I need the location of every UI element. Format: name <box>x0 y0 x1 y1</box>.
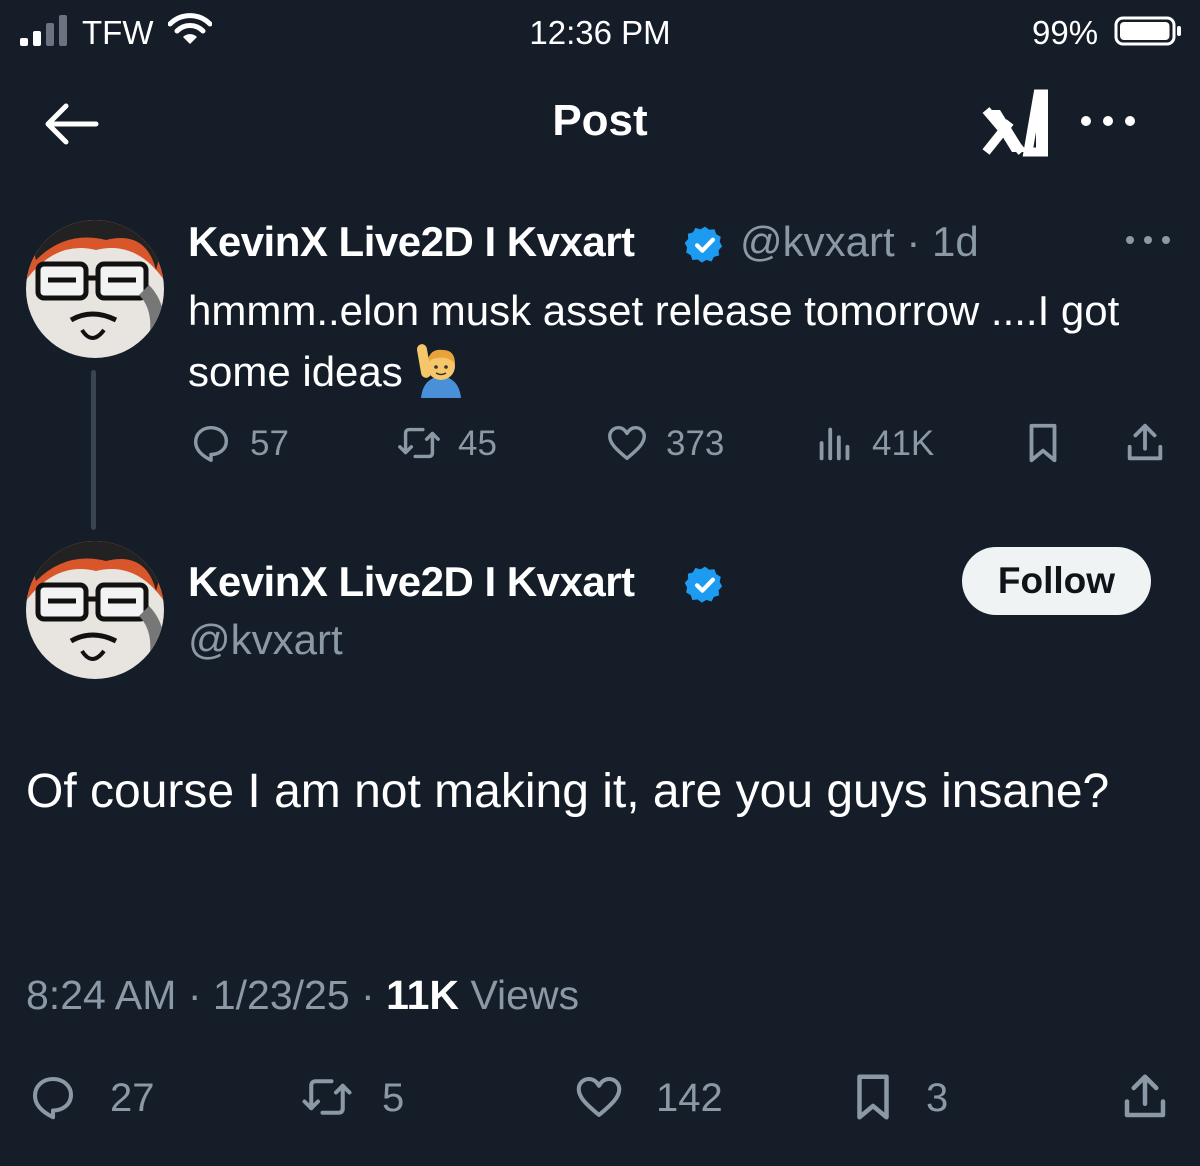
avatar-illustration <box>26 220 164 358</box>
like-heart-icon[interactable] <box>572 1070 626 1124</box>
share-icon[interactable] <box>1118 1070 1172 1124</box>
reply-icon[interactable] <box>26 1070 80 1124</box>
avatar[interactable] <box>26 541 164 679</box>
verified-badge-icon <box>684 226 723 263</box>
views-chart-icon[interactable] <box>812 420 858 466</box>
status-clock: 12:36 PM <box>529 14 671 51</box>
reply-count: 27 <box>110 1076 155 1120</box>
bookmark-icon[interactable] <box>1020 420 1066 466</box>
share-icon[interactable] <box>1122 420 1168 466</box>
like-count: 142 <box>656 1076 723 1120</box>
tweet-metadata: 8:24 AM · 1/23/25 · 11K Views <box>26 972 579 1019</box>
repost-icon[interactable] <box>300 1070 354 1124</box>
like-heart-icon[interactable] <box>604 420 650 466</box>
avatar[interactable] <box>26 220 164 358</box>
avatar-illustration <box>26 541 164 679</box>
follow-button[interactable]: Follow <box>962 547 1151 615</box>
tweet-text: Of course I am not making it, are you gu… <box>26 765 1110 818</box>
author-handle: @kvxart <box>188 616 343 663</box>
repost-count: 5 <box>382 1076 405 1120</box>
author-name[interactable]: KevinX Live2D I Kvxart <box>188 218 635 266</box>
like-count: 373 <box>666 424 725 463</box>
verified-badge-icon <box>684 566 723 603</box>
repost-icon[interactable] <box>396 420 442 466</box>
bookmark-count: 3 <box>926 1076 949 1120</box>
battery-percentage: 99% <box>1032 14 1099 51</box>
battery-icon <box>1114 16 1181 46</box>
raising-hand-emoji-icon <box>416 344 461 398</box>
tweet-more-icon[interactable] <box>1124 228 1172 252</box>
repost-count: 45 <box>458 424 497 463</box>
grok-logo-icon[interactable] <box>982 86 1048 158</box>
author-name[interactable]: KevinX Live2D I Kvxart <box>188 558 635 606</box>
tweet-timestamp: 8:24 AM · 1/23/25 · <box>26 972 387 1018</box>
view-count[interactable]: 11K <box>386 972 459 1018</box>
more-options-icon[interactable] <box>1078 106 1138 136</box>
views-label: Views <box>459 972 580 1018</box>
bookmark-icon[interactable] <box>846 1070 900 1124</box>
reply-count: 57 <box>250 424 289 463</box>
tweet-text-content: hmmm..elon musk asset release tomorrow .… <box>188 287 1120 395</box>
tweet-text: hmmm..elon musk asset release tomorrow .… <box>188 280 1168 402</box>
author-handle-timestamp: @kvxart · 1d <box>740 218 979 265</box>
views-count: 41K <box>872 424 935 463</box>
thread-connector-line <box>91 370 96 530</box>
reply-icon[interactable] <box>188 420 234 466</box>
